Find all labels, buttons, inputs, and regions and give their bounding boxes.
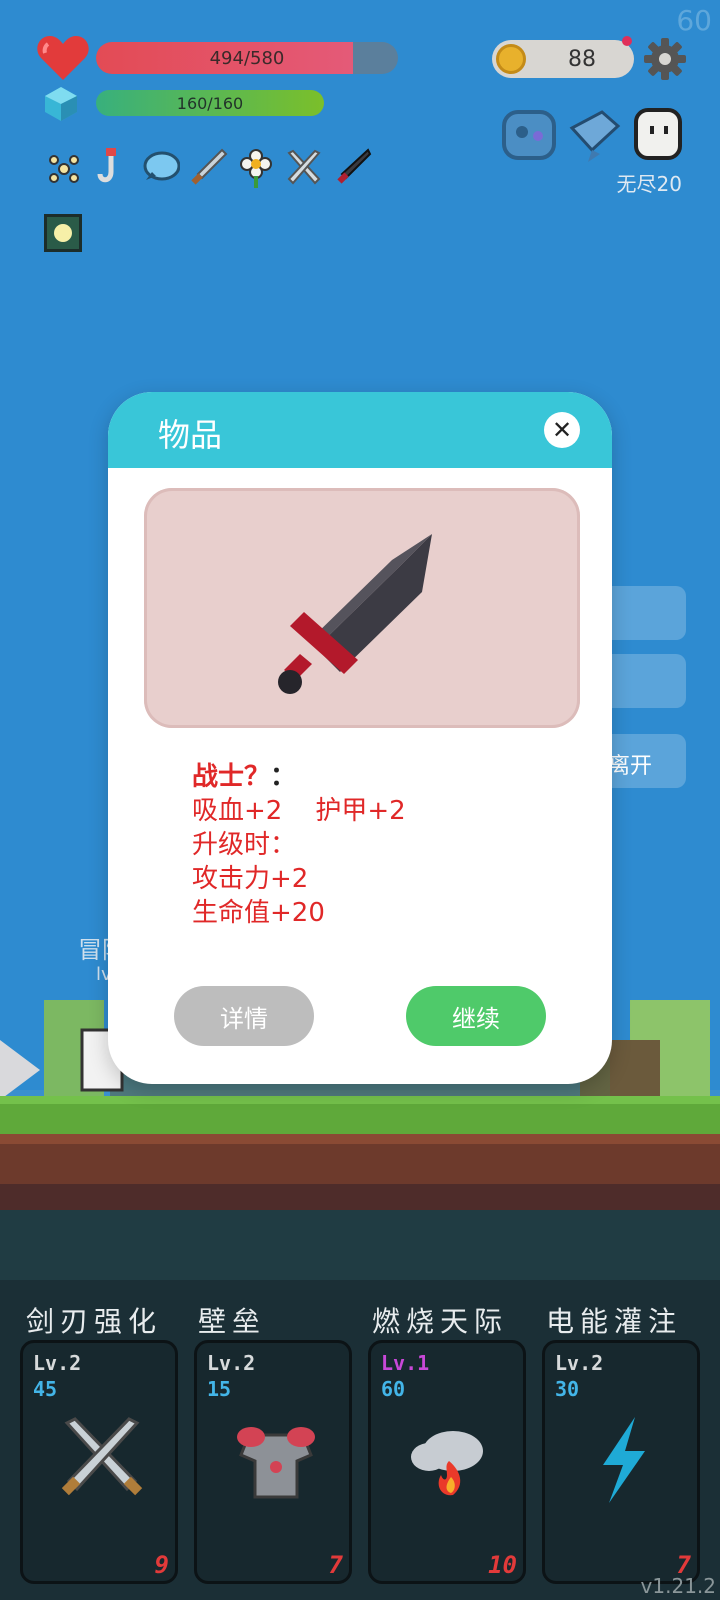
item-line: 生命值+20 [192, 898, 325, 928]
mp-text: 160/160 [176, 93, 244, 113]
skill-cost: 15 [207, 1377, 232, 1401]
dirt-layer-dark [0, 1184, 720, 1210]
speech-bubble-icon[interactable] [140, 146, 180, 190]
coin-icon [496, 44, 526, 74]
buff-list [44, 146, 372, 190]
item-preview [144, 488, 580, 728]
ghost-icon[interactable] [630, 106, 688, 164]
crystal-icon [45, 87, 77, 121]
dark-sword-icon[interactable] [332, 146, 372, 190]
hp-bar: 494/580 [96, 42, 398, 74]
endless-mode-label: 无尽20 [616, 172, 682, 196]
lightbulb-relic-icon[interactable] [44, 214, 82, 252]
hook-icon[interactable] [92, 146, 132, 190]
item-dialog: 物品 ✕ 战士？： 吸血+2 护甲+2 升级时： 攻击力+2 生命值+20 详情… [108, 392, 612, 1084]
skill-card-bastion[interactable]: Lv.2 15 7 [194, 1340, 352, 1584]
coin-counter[interactable]: 88 [492, 36, 634, 78]
version-label: v1.21.2 [640, 1574, 716, 1598]
sword-icon[interactable] [188, 146, 228, 190]
skill-level: Lv.2 [33, 1351, 82, 1375]
continue-button[interactable]: 继续 [406, 986, 546, 1046]
skill-cost: 45 [33, 1377, 58, 1401]
close-button[interactable]: ✕ [544, 412, 580, 448]
skill-title-1: 剑刃强化 [26, 1305, 163, 1338]
heart-icon [37, 36, 89, 80]
skill-cost: 60 [381, 1377, 406, 1401]
fish-icon[interactable] [566, 106, 624, 164]
skill-title-4: 电能灌注 [546, 1305, 683, 1338]
skill-title-3: 燃烧天际 [372, 1305, 509, 1338]
crossed-swords-icon[interactable] [284, 146, 324, 190]
skill-level: Lv.2 [555, 1351, 604, 1375]
leave-label: 离开 [608, 754, 653, 779]
coin-value: 88 [568, 46, 596, 72]
item-line: 攻击力+2 [192, 864, 309, 894]
skill-level: Lv.2 [207, 1351, 256, 1375]
dialog-title: 物品 [158, 416, 223, 454]
fps-counter: 60 [676, 4, 712, 37]
item-description: 战士？： 吸血+2 护甲+2 升级时： 攻击力+2 生命值+20 [192, 760, 406, 930]
notification-dot [622, 36, 632, 46]
skill-count: 10 [488, 1551, 517, 1579]
skill-card-burning-sky[interactable]: Lv.1 60 10 [368, 1340, 526, 1584]
molecule-icon[interactable] [44, 146, 84, 190]
skill-cost: 30 [555, 1377, 580, 1401]
gear-icon[interactable] [644, 38, 686, 80]
flower-icon[interactable] [236, 146, 276, 190]
close-icon: ✕ [551, 416, 573, 444]
skill-card-energy-infusion[interactable]: Lv.2 30 7 [542, 1340, 700, 1584]
skill-card-blade[interactable]: Lv.2 45 9 [20, 1340, 178, 1584]
details-button[interactable]: 详情 [174, 986, 314, 1046]
hp-text: 494/580 [209, 47, 285, 69]
skill-title-2: 壁垒 [198, 1305, 267, 1338]
item-colon: ： [270, 762, 297, 792]
skill-count: 9 [154, 1551, 169, 1579]
item-name: 战士？ [192, 762, 271, 792]
armor-icon [237, 1427, 315, 1499]
lightning-icon [603, 1417, 645, 1503]
skill-level: Lv.1 [381, 1351, 430, 1375]
dark-sword-icon [278, 534, 432, 694]
skill-panel-top [0, 1210, 720, 1280]
item-line: 吸血+2 护甲+2 [192, 796, 406, 826]
mp-bar: 160/160 [96, 90, 324, 116]
dialog-header: 物品 ✕ [108, 392, 612, 468]
grass-ground [0, 1096, 720, 1134]
fire-cloud-icon [411, 1431, 483, 1496]
crossed-swords-icon [61, 1417, 143, 1496]
item-line: 升级时： [192, 830, 297, 860]
skill-count: 7 [328, 1551, 343, 1579]
ghost-boss-icon[interactable] [500, 106, 558, 164]
